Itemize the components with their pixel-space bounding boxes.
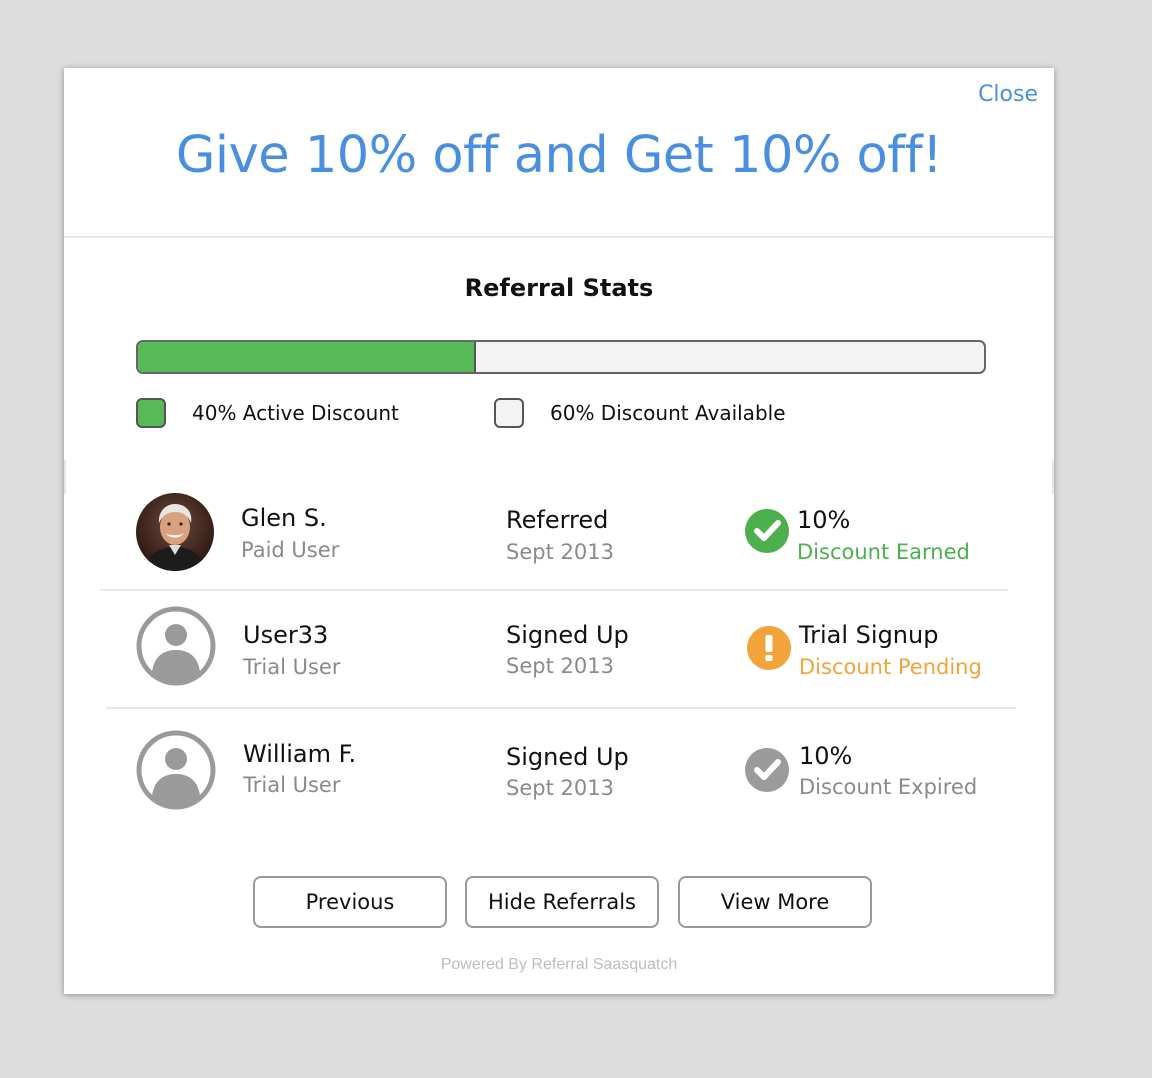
row-divider [106,707,1016,709]
referral-status-title: Trial Signup [799,621,939,649]
header-divider [64,236,1054,238]
referral-name: Glen S. [241,504,327,532]
referral-user-type: Trial User [243,655,341,679]
legend-swatch-available [494,398,524,428]
edge-mark-left [64,460,66,494]
stats-title: Referral Stats [464,274,654,302]
referral-status-subtitle: Discount Pending [799,655,982,679]
referral-status-title: 10% [797,506,851,534]
referral-date: Sept 2013 [506,540,614,564]
legend-available: 60% Discount Available [494,397,786,429]
view-more-button[interactable]: View More [678,876,872,928]
edge-mark-right [1052,460,1054,494]
discount-progress-bar [136,340,986,374]
hide-referrals-button[interactable]: Hide Referrals [465,876,659,928]
legend-active: 40% Active Discount [136,397,399,429]
row-divider [100,589,1008,591]
exclamation-icon [747,626,791,670]
referral-status-title: 10% [799,742,853,770]
offer-headline: Give 10% off and Get 10% off! [175,126,943,185]
checkmark-icon [745,748,789,792]
progress-fill [138,342,477,372]
referral-modal: Close Give 10% off and Get 10% off! Refe… [64,68,1054,994]
legend-active-label: 40% Active Discount [192,401,399,425]
avatar-placeholder-icon [136,730,216,810]
close-button[interactable]: Close [978,82,1038,107]
referral-date: Sept 2013 [506,654,614,678]
referral-action: Signed Up [506,621,629,649]
avatar-photo-image [136,493,214,571]
referral-user-type: Trial User [243,773,341,797]
legend-available-label: 60% Discount Available [550,401,786,425]
referral-status-subtitle: Discount Earned [797,540,970,564]
legend-swatch-active [136,398,166,428]
referral-action: Referred [506,506,609,534]
avatar-photo [136,493,214,571]
referral-action: Signed Up [506,743,629,771]
referral-status-subtitle: Discount Expired [799,775,978,799]
powered-by-footer: Powered By Referral Saasquatch [440,956,678,973]
referral-name: William F. [243,740,357,768]
referral-date: Sept 2013 [506,776,614,800]
avatar-placeholder-icon [136,606,216,686]
referral-user-type: Paid User [241,538,340,562]
referral-name: User33 [243,621,329,649]
previous-button[interactable]: Previous [253,876,447,928]
checkmark-icon [745,509,789,553]
